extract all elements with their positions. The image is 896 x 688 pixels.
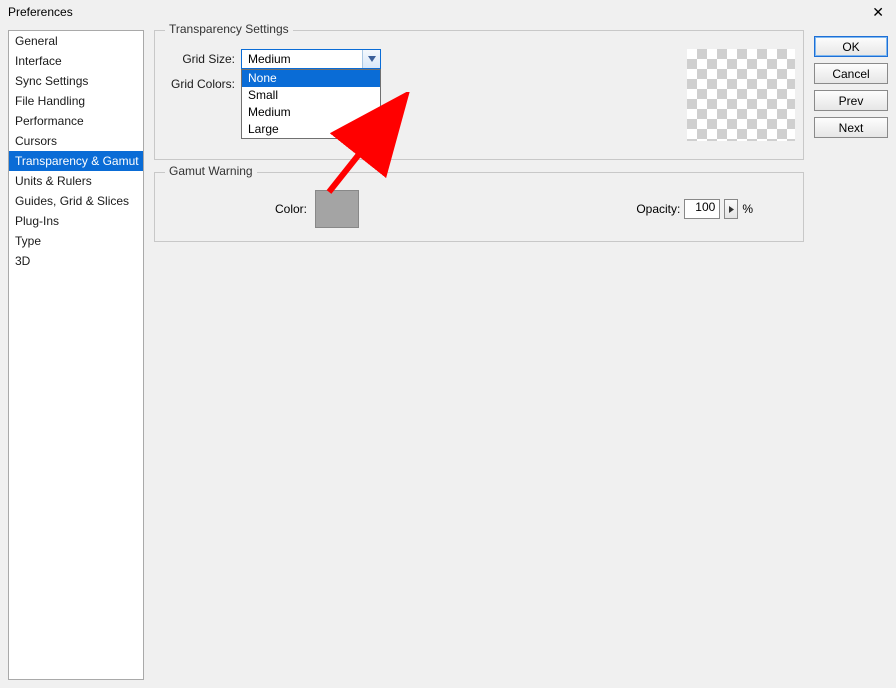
- gamut-opacity-input[interactable]: 100: [684, 199, 720, 219]
- transparency-legend: Transparency Settings: [165, 22, 293, 36]
- sidebar-item-interface[interactable]: Interface: [9, 51, 143, 71]
- dialog-buttons: OK Cancel Prev Next: [814, 36, 888, 138]
- grid-size-option-large[interactable]: Large: [242, 121, 380, 138]
- gamut-opacity-unit: %: [742, 202, 753, 216]
- titlebar: Preferences ✕: [0, 0, 896, 24]
- transparency-checker-preview: [687, 49, 795, 141]
- sidebar-item-type[interactable]: Type: [9, 231, 143, 251]
- gamut-opacity-flyout-button[interactable]: [724, 199, 738, 219]
- grid-size-dropdown-list: None Small Medium Large: [241, 69, 381, 139]
- grid-size-option-small[interactable]: Small: [242, 87, 380, 104]
- ok-button[interactable]: OK: [814, 36, 888, 57]
- cancel-button[interactable]: Cancel: [814, 63, 888, 84]
- grid-size-option-medium[interactable]: Medium: [242, 104, 380, 121]
- prev-button[interactable]: Prev: [814, 90, 888, 111]
- grid-size-value: Medium: [248, 52, 291, 66]
- next-button[interactable]: Next: [814, 117, 888, 138]
- grid-size-dropdown[interactable]: Medium: [241, 49, 381, 69]
- gamut-opacity-label: Opacity:: [636, 202, 680, 216]
- sidebar-item-sync-settings[interactable]: Sync Settings: [9, 71, 143, 91]
- window-title: Preferences: [8, 5, 73, 19]
- gamut-color-label: Color:: [275, 202, 307, 216]
- sidebar-item-transparency-gamut[interactable]: Transparency & Gamut: [9, 151, 143, 171]
- transparency-settings-group: Transparency Settings Grid Size: Medium …: [154, 30, 804, 160]
- sidebar-item-general[interactable]: General: [9, 31, 143, 51]
- gamut-warning-group: Gamut Warning Color: Opacity: 100 %: [154, 172, 804, 242]
- sidebar-item-guides-grid-slices[interactable]: Guides, Grid & Slices: [9, 191, 143, 211]
- sidebar-item-performance[interactable]: Performance: [9, 111, 143, 131]
- sidebar-item-file-handling[interactable]: File Handling: [9, 91, 143, 111]
- sidebar-item-3d[interactable]: 3D: [9, 251, 143, 271]
- grid-colors-label: Grid Colors:: [165, 77, 235, 91]
- gamut-color-swatch[interactable]: [315, 190, 359, 228]
- sidebar-item-plug-ins[interactable]: Plug-Ins: [9, 211, 143, 231]
- chevron-down-icon: [362, 50, 380, 68]
- category-sidebar: General Interface Sync Settings File Han…: [8, 30, 144, 680]
- gamut-legend: Gamut Warning: [165, 164, 257, 178]
- grid-size-label: Grid Size:: [165, 52, 235, 66]
- sidebar-item-units-rulers[interactable]: Units & Rulers: [9, 171, 143, 191]
- sidebar-item-cursors[interactable]: Cursors: [9, 131, 143, 151]
- grid-size-option-none[interactable]: None: [242, 70, 380, 87]
- close-icon[interactable]: ✕: [866, 4, 890, 21]
